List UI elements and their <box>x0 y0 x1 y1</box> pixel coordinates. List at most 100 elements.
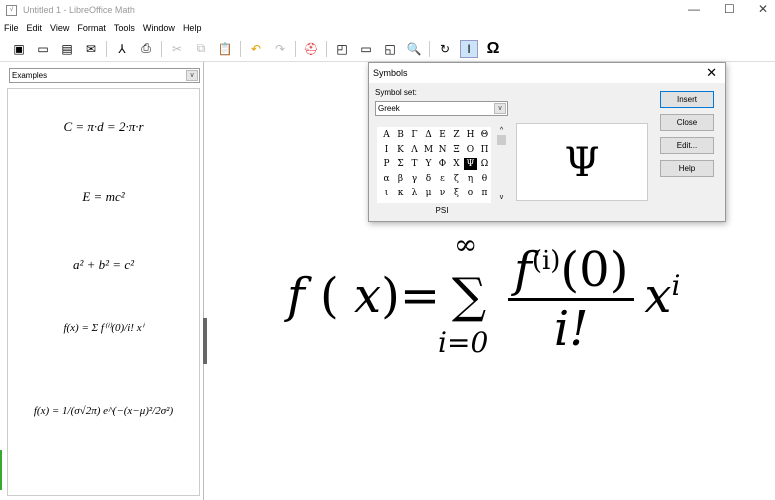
chevron-down-icon[interactable]: ∨ <box>494 103 506 114</box>
symbol-cell[interactable]: Ο <box>464 144 477 156</box>
symbol-cell[interactable]: Ν <box>436 144 449 156</box>
zoom-out-icon[interactable]: ▭ <box>357 40 375 58</box>
paste-icon[interactable]: 📋 <box>216 40 234 58</box>
symbol-cell[interactable]: Τ <box>408 158 421 170</box>
symbol-cell[interactable]: α <box>380 173 393 185</box>
dropdown-value: Examples <box>12 71 48 80</box>
symbol-cell[interactable]: ο <box>464 187 477 199</box>
symbol-cell[interactable]: ζ <box>450 173 463 185</box>
symbol-cell[interactable]: μ <box>422 187 435 199</box>
example-pythagoras[interactable]: a² + b² = c² <box>8 257 199 273</box>
example-circle[interactable]: C = π·d = 2·π·r <box>8 119 199 135</box>
email-icon[interactable]: ✉ <box>82 40 100 58</box>
symbol-cell[interactable]: Α <box>380 129 393 141</box>
help-icon[interactable]: ⛑ <box>302 40 320 58</box>
show-all-icon[interactable]: ◱ <box>381 40 399 58</box>
menu-window[interactable]: Window <box>143 23 175 33</box>
redo-icon[interactable]: ↷ <box>271 40 289 58</box>
symbol-cell[interactable]: Ζ <box>450 129 463 141</box>
symbol-cell[interactable]: ξ <box>450 187 463 199</box>
scroll-thumb[interactable] <box>497 135 506 145</box>
menu-help[interactable]: Help <box>183 23 202 33</box>
example-gaussian[interactable]: f(x) = 1/(σ√2π) e^(−(x−μ)²/2σ²) <box>8 405 199 417</box>
symbol-cell[interactable]: Γ <box>408 129 421 141</box>
insert-button[interactable]: Insert <box>660 91 714 108</box>
examples-list: C = π·d = 2·π·r E = mc² a² + b² = c² f(x… <box>7 88 200 496</box>
symbol-cell[interactable]: ε <box>436 173 449 185</box>
symbol-set-value: Greek <box>378 104 400 113</box>
symbol-cell[interactable]: Ψ <box>464 158 477 170</box>
zoom-icon[interactable]: 🔍 <box>405 40 423 58</box>
symbol-cell[interactable]: Π <box>478 144 491 156</box>
menu-format[interactable]: Format <box>77 23 106 33</box>
help-button[interactable]: Help <box>660 160 714 177</box>
scroll-down-icon[interactable]: v <box>497 194 506 201</box>
dialog-title: Symbols <box>369 63 725 83</box>
menu-file[interactable]: File <box>4 23 19 33</box>
symbol-cell[interactable]: Δ <box>422 129 435 141</box>
symbol-cell[interactable]: Μ <box>422 144 435 156</box>
symbol-cell[interactable]: Ι <box>380 144 393 156</box>
symbol-cell[interactable]: η <box>464 173 477 185</box>
example-taylor[interactable]: f(x) = Σ f⁽ⁱ⁾(0)/i! xⁱ <box>8 321 199 334</box>
maximize-button[interactable]: ☐ <box>724 2 735 16</box>
examples-dropdown[interactable]: Examples ∨ <box>9 68 200 83</box>
x-symbol: x <box>354 268 382 324</box>
symbol-set-dropdown[interactable]: Greek ∨ <box>375 101 508 116</box>
symbol-cell[interactable]: Ω <box>478 158 491 170</box>
example-emc2[interactable]: E = mc² <box>8 189 199 205</box>
toolbar-separator <box>429 40 430 57</box>
symbol-cell[interactable]: δ <box>422 173 435 185</box>
symbol-cell[interactable]: Η <box>464 129 477 141</box>
menu-edit[interactable]: Edit <box>27 23 43 33</box>
export-pdf-icon[interactable]: ⅄ <box>113 40 131 58</box>
upper-limit: ∞ <box>454 228 478 261</box>
menu-view[interactable]: View <box>50 23 69 33</box>
update-icon[interactable]: ↻ <box>436 40 454 58</box>
symbol-cell[interactable]: ι <box>380 187 393 199</box>
symbol-cell[interactable]: Λ <box>408 144 421 156</box>
symbol-cell[interactable]: θ <box>478 173 491 185</box>
symbol-cell[interactable]: ν <box>436 187 449 199</box>
symbol-cell[interactable]: Υ <box>422 158 435 170</box>
symbol-cell[interactable]: Σ <box>394 158 407 170</box>
undo-icon[interactable]: ↶ <box>247 40 265 58</box>
symbol-cell[interactable]: Φ <box>436 158 449 170</box>
save-icon[interactable]: ▤ <box>58 40 76 58</box>
symbol-cell[interactable]: γ <box>408 173 421 185</box>
symbol-cell[interactable]: Θ <box>478 129 491 141</box>
symbol-cell[interactable]: Β <box>394 129 407 141</box>
new-formula-icon[interactable]: ▣ <box>10 40 28 58</box>
print-icon[interactable]: ⎙ <box>137 40 155 58</box>
symbols-icon[interactable]: Ω <box>484 40 502 58</box>
copy-icon[interactable]: ⧉ <box>192 40 210 58</box>
toolbar-separator <box>295 40 296 57</box>
edit-button[interactable]: Edit... <box>660 137 714 154</box>
symbol-scrollbar[interactable]: ^ v <box>497 127 506 203</box>
symbols-dialog: Symbols ✕ Symbol set: Greek ∨ ΑΒΓΔΕΖΗΘ ΙΚΛ… <box>368 62 726 222</box>
toolbar-separator <box>106 40 107 57</box>
zoom-in-icon[interactable]: ◰ <box>333 40 351 58</box>
symbol-cell[interactable]: Κ <box>394 144 407 156</box>
symbol-cell[interactable]: Ρ <box>380 158 393 170</box>
close-button[interactable]: Close <box>660 114 714 131</box>
symbol-cell[interactable]: λ <box>408 187 421 199</box>
symbol-cell[interactable]: β <box>394 173 407 185</box>
formula-cursor-icon[interactable]: I <box>460 39 478 58</box>
symbol-cell[interactable]: Ξ <box>450 144 463 156</box>
symbol-cell[interactable]: Χ <box>450 158 463 170</box>
exponent: i <box>671 269 681 302</box>
open-icon[interactable]: ▭ <box>34 40 52 58</box>
menu-tools[interactable]: Tools <box>114 23 135 33</box>
symbol-cell[interactable]: Ε <box>436 129 449 141</box>
close-window-button[interactable]: ✕ <box>758 2 768 16</box>
symbol-cell[interactable]: π <box>478 187 491 199</box>
symbol-cell[interactable]: κ <box>394 187 407 199</box>
chevron-down-icon[interactable]: ∨ <box>186 70 198 81</box>
symbol-grid: ΑΒΓΔΕΖΗΘ ΙΚΛΜΝΞΟΠ ΡΣΤΥΦΧΨΩαβγδεζηθ ικλμνξοπ <box>377 127 491 203</box>
cut-icon[interactable]: ✂ <box>168 40 186 58</box>
scroll-up-icon[interactable]: ^ <box>497 127 506 134</box>
minimize-button[interactable]: — <box>688 2 700 16</box>
close-icon[interactable]: ✕ <box>706 65 717 81</box>
denominator: i! <box>553 301 589 357</box>
